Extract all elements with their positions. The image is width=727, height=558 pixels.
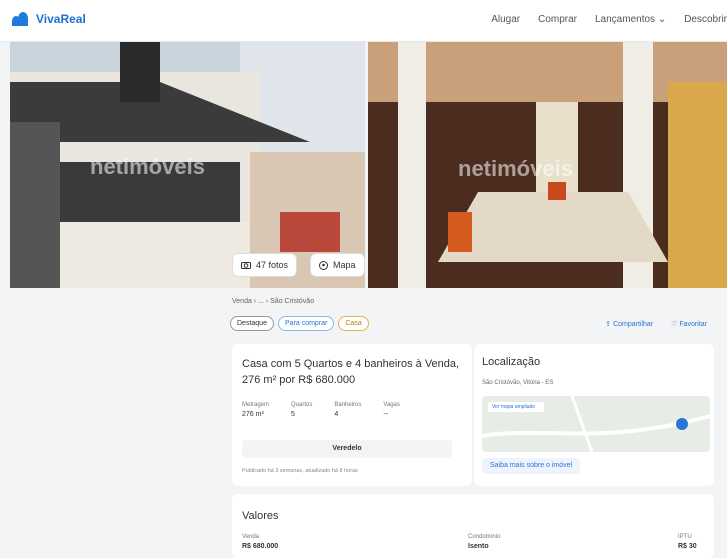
location-map[interactable]: Ver mapa ampliado: [482, 396, 710, 452]
map-button[interactable]: Mapa: [310, 253, 365, 277]
feature-bathrooms-label: Banheiros: [334, 402, 362, 408]
logo[interactable]: VivaReal: [12, 12, 86, 26]
share-label: Compartilhar: [613, 321, 654, 328]
feature-bedrooms-label: Quartos: [291, 402, 313, 408]
condo-fee: Condomínio Isento: [468, 534, 500, 550]
favorite-label: Favoritar: [679, 321, 707, 328]
nav-item-comprar[interactable]: Comprar: [538, 14, 577, 25]
nav-item-lancamentos[interactable]: Lançamentos ⌄: [595, 14, 666, 25]
iptu-fee-value: R$ 30: [678, 543, 697, 550]
photos-button[interactable]: 47 fotos: [232, 253, 298, 277]
map-pin-icon: [319, 260, 328, 270]
feature-area-label: Metragem: [242, 402, 270, 408]
watermark: netimóveis: [90, 154, 205, 179]
values-card: Valores Venda R$ 680.000 Condomínio Isen…: [232, 494, 714, 558]
values-title: Valores: [242, 510, 279, 522]
condo-fee-value: Isento: [468, 543, 489, 550]
tag-casa: Casa: [338, 316, 369, 331]
listing-card: Casa com 5 Quartos e 4 banheiros à Venda…: [232, 344, 472, 486]
feature-area: Metragem 276 m²: [242, 402, 269, 418]
photo-house-exterior[interactable]: netimóveis: [10, 42, 365, 288]
share-button[interactable]: ⇪ Compartilhar: [605, 320, 653, 328]
more-info-button[interactable]: Saiba mais sobre o imóvel: [482, 458, 581, 474]
publish-note: Publicado há 3 semanas, atualizado há 8 …: [242, 468, 358, 474]
sale-price-value: R$ 680.000: [242, 543, 279, 550]
feature-bathrooms-value: 4: [334, 411, 339, 418]
photo-living-room[interactable]: netimóveis: [368, 42, 727, 288]
sale-price: Venda R$ 680.000: [242, 534, 278, 550]
tag-para-comprar: Para comprar: [277, 316, 335, 331]
feature-area-value: 276 m²: [242, 411, 264, 418]
map-enlarge-link[interactable]: Ver mapa ampliado: [492, 404, 535, 410]
logo-icon: [12, 12, 32, 26]
tag-list: Destaque Para comprar Casa: [230, 316, 369, 331]
location-address: São Cristóvão, Vitória - ES: [482, 380, 554, 386]
feature-parking-value: --: [383, 411, 389, 418]
feature-bedrooms: Quartos 5: [291, 402, 312, 418]
feature-bedrooms-value: 5: [291, 411, 295, 418]
condo-fee-label: Condomínio: [468, 534, 501, 540]
iptu-fee-label: IPTU: [678, 534, 692, 540]
feature-bathrooms: Banheiros 4: [334, 402, 361, 418]
visit-button[interactable]: Veredelo: [242, 440, 452, 458]
tag-destaque: Destaque: [230, 316, 274, 331]
map-button-label: Mapa: [333, 260, 356, 270]
sale-price-label: Venda: [242, 534, 260, 540]
iptu-fee: IPTU R$ 30: [678, 534, 697, 550]
favorite-button[interactable]: ♡ Favoritar: [671, 320, 707, 328]
camera-icon: [241, 262, 251, 269]
location-card: Localização São Cristóvão, Vitória - ES …: [474, 344, 714, 486]
feature-parking-label: Vagas: [383, 402, 400, 408]
listing-actions: ⇪ Compartilhar ♡ Favoritar: [605, 320, 707, 328]
location-title: Localização: [482, 356, 541, 368]
logo-text: VivaReal: [36, 12, 86, 26]
watermark-right: netimóveis: [458, 156, 573, 181]
photos-button-label: 47 fotos: [256, 260, 289, 270]
nav-item-alugar[interactable]: Alugar: [491, 14, 520, 25]
feature-list: Metragem 276 m² Quartos 5 Banheiros 4 Va…: [242, 402, 400, 418]
top-bar: VivaReal Alugar Comprar Lançamentos ⌄ De…: [0, 0, 727, 42]
main-nav: Alugar Comprar Lançamentos ⌄ Descobrir: [491, 14, 727, 25]
breadcrumb[interactable]: Venda › ... › São Cristóvão: [232, 298, 314, 305]
nav-item-descobrir[interactable]: Descobrir: [684, 14, 727, 25]
feature-parking: Vagas --: [383, 402, 400, 418]
listing-title: Casa com 5 Quartos e 4 banheiros à Venda…: [242, 358, 460, 386]
